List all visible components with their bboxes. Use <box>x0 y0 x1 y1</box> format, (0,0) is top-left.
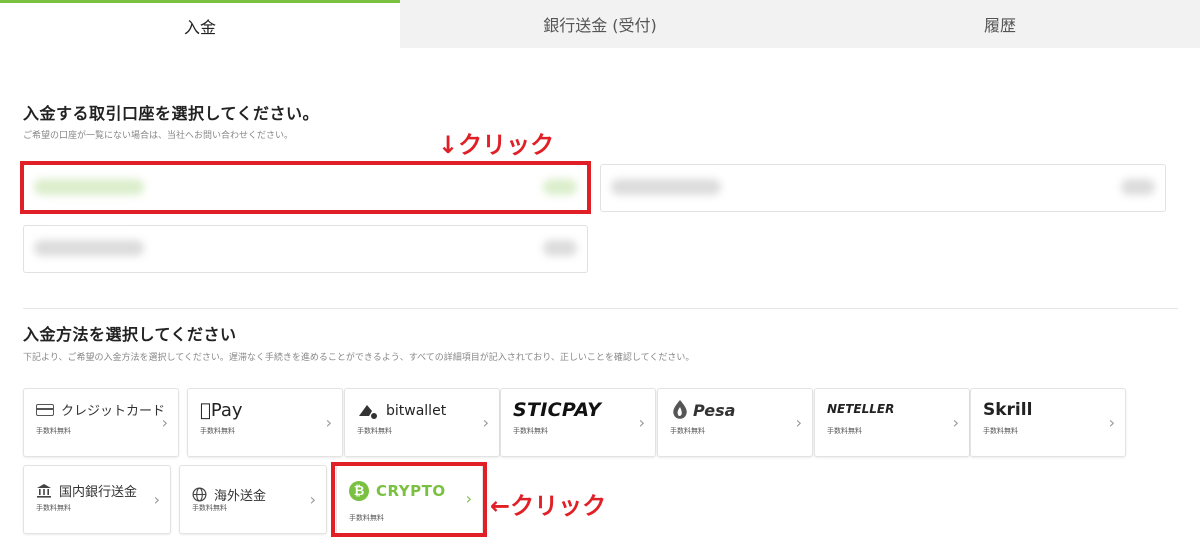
method-section-description: 下記より、ご希望の入金方法を選択してください。遅滞なく手続きを進めることができる… <box>23 353 695 363</box>
method-label: STICPAY <box>513 399 602 421</box>
method-apple-pay[interactable]: Pay 手数料無料 › <box>187 388 343 457</box>
pesa-icon <box>673 400 687 419</box>
chevron-right-icon: › <box>638 413 645 432</box>
method-bitwallet[interactable]: bitwallet 手数料無料 › <box>344 388 500 457</box>
crypto-highlight-box <box>331 462 487 537</box>
method-fee: 手数料無料 <box>200 427 235 435</box>
method-label: 国内銀行送金 <box>59 485 138 500</box>
account-name-redacted <box>611 179 721 195</box>
tab-bar: 入金 銀行送金 (受付) 履歴 <box>0 0 1200 48</box>
tab-deposit[interactable]: 入金 <box>0 0 400 48</box>
method-overseas-transfer[interactable]: 海外送金 手数料無料 › <box>179 465 327 534</box>
chevron-right-icon: › <box>952 413 959 432</box>
tab-history[interactable]: 履歴 <box>800 0 1200 48</box>
method-fee: 手数料無料 <box>36 504 71 512</box>
apple-icon:  <box>200 400 211 421</box>
method-label: NETELLER <box>827 402 895 416</box>
method-fee: 手数料無料 <box>192 504 227 512</box>
method-fee: 手数料無料 <box>983 427 1018 435</box>
credit-card-icon <box>36 403 54 416</box>
method-fee: 手数料無料 <box>513 427 548 435</box>
account-section-title: 入金する取引口座を選択してください。 <box>23 104 320 123</box>
method-neteller[interactable]: NETELLER 手数料無料 › <box>814 388 970 457</box>
account-badge-redacted <box>543 240 577 256</box>
bitwallet-icon <box>359 405 377 419</box>
method-fee: 手数料無料 <box>827 427 862 435</box>
method-fee: 手数料無料 <box>670 427 705 435</box>
account-name-redacted <box>34 240 144 256</box>
account-section-description: ご希望の口座が一覧にない場合は、当社へお問い合わせください。 <box>23 131 294 141</box>
chevron-right-icon: › <box>161 413 168 432</box>
account-card-2[interactable] <box>600 164 1166 212</box>
method-skrill[interactable]: Skrill 手数料無料 › <box>970 388 1126 457</box>
tab-bank-transfer[interactable]: 銀行送金 (受付) <box>400 0 800 48</box>
chevron-right-icon: › <box>1108 413 1115 432</box>
chevron-right-icon: › <box>795 413 802 432</box>
chevron-right-icon: › <box>482 413 489 432</box>
section-divider <box>23 308 1178 309</box>
globe-icon <box>192 487 207 502</box>
account-badge-redacted <box>1121 179 1155 195</box>
method-fee: 手数料無料 <box>36 427 71 435</box>
account-highlight-box <box>20 161 591 214</box>
method-sticpay[interactable]: STICPAY 手数料無料 › <box>500 388 656 457</box>
method-label: Skrill <box>983 400 1033 420</box>
method-credit-card[interactable]: クレジットカード 手数料無料 › <box>23 388 179 457</box>
chevron-right-icon: › <box>309 490 316 509</box>
click-annotation-side: ←クリック <box>490 492 607 520</box>
method-pesa[interactable]: Pesa 手数料無料 › <box>657 388 813 457</box>
chevron-right-icon: › <box>325 413 332 432</box>
account-card-3[interactable] <box>23 225 588 273</box>
method-label: Pay <box>200 400 243 421</box>
click-annotation-top: ↓クリック <box>438 131 555 159</box>
method-label: クレジットカード <box>61 404 166 419</box>
method-domestic-bank[interactable]: 国内銀行送金 手数料無料 › <box>23 465 171 534</box>
method-fee: 手数料無料 <box>357 427 392 435</box>
method-label: bitwallet <box>386 403 447 419</box>
method-section-title: 入金方法を選択してください <box>23 325 237 344</box>
method-label: Pesa <box>693 400 736 420</box>
bank-icon <box>37 484 51 498</box>
chevron-right-icon: › <box>153 490 160 509</box>
method-label: 海外送金 <box>214 489 267 504</box>
